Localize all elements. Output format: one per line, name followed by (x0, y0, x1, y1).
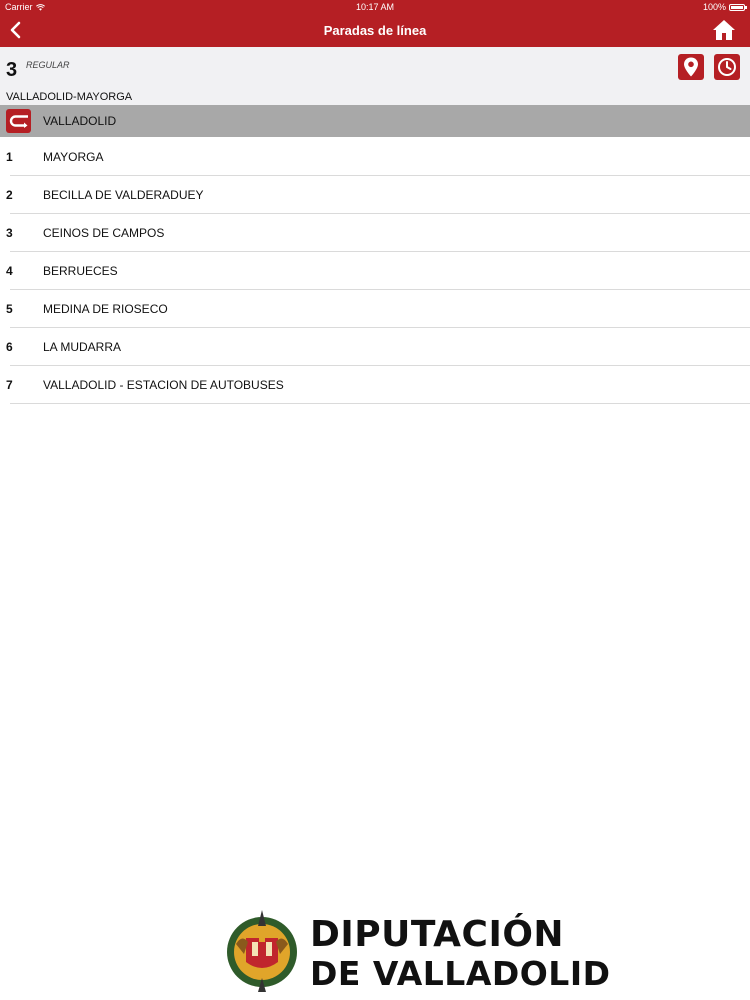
map-pin-icon (684, 57, 698, 77)
stop-row[interactable]: 7 VALLADOLID - ESTACION DE AUTOBUSES (0, 366, 750, 404)
stop-number: 6 (6, 340, 13, 354)
status-bar: Carrier 10:17 AM 100% (0, 0, 750, 14)
diputacion-logo: DIPUTACIÓN DE VALLADOLID (222, 906, 610, 994)
battery-percent: 100% (702, 2, 726, 12)
stop-number: 1 (6, 150, 13, 164)
stop-row[interactable]: 5 MEDINA DE RIOSECO (0, 290, 750, 328)
crest-icon (227, 910, 297, 992)
origin-stop-name: VALLADOLID (43, 114, 117, 128)
stops-list: 1 MAYORGA 2 BECILLA DE VALDERADUEY 3 CEI… (0, 138, 750, 404)
line-header: 3 REGULAR VALLADOLID-MAYORGA (0, 47, 750, 105)
nav-bar: Paradas de línea (0, 14, 750, 47)
page-title: Paradas de línea (323, 23, 427, 38)
stop-name: BECILLA DE VALDERADUEY (43, 188, 204, 202)
stop-number: 5 (6, 302, 13, 316)
schedule-button[interactable] (714, 54, 740, 80)
stop-name: VALLADOLID - ESTACION DE AUTOBUSES (43, 378, 284, 392)
stop-name: BERRUECES (43, 264, 118, 278)
line-number: 3 (6, 59, 18, 81)
stop-row[interactable]: 3 CEINOS DE CAMPOS (0, 214, 750, 252)
stop-name: LA MUDARRA (43, 340, 122, 354)
line-route: VALLADOLID-MAYORGA (6, 91, 133, 103)
battery-icon (729, 3, 747, 11)
home-button[interactable] (712, 18, 736, 42)
stop-name: MAYORGA (43, 150, 104, 164)
stop-number: 4 (6, 264, 13, 278)
logo-line-2: DE VALLADOLID (310, 954, 611, 993)
home-icon (713, 20, 735, 40)
map-button[interactable] (678, 54, 704, 80)
stop-name: CEINOS DE CAMPOS (43, 226, 165, 240)
stop-row[interactable]: 1 MAYORGA (0, 138, 750, 176)
stop-number: 7 (6, 378, 13, 392)
line-type: REGULAR (26, 60, 70, 70)
stop-number: 3 (6, 226, 13, 240)
stop-row[interactable]: 2 BECILLA DE VALDERADUEY (0, 176, 750, 214)
logo-line-1: DIPUTACIÓN (310, 914, 565, 955)
return-route-icon (6, 109, 31, 133)
status-time: 10:17 AM (355, 2, 395, 12)
stop-name: MEDINA DE RIOSECO (43, 302, 168, 316)
stop-number: 2 (6, 188, 13, 202)
stop-row[interactable]: 4 BERRUECES (0, 252, 750, 290)
stop-row[interactable]: 6 LA MUDARRA (0, 328, 750, 366)
battery-indicator: 100% (702, 2, 747, 12)
origin-stop-row[interactable]: VALLADOLID (0, 105, 750, 137)
clock-icon (718, 58, 736, 76)
